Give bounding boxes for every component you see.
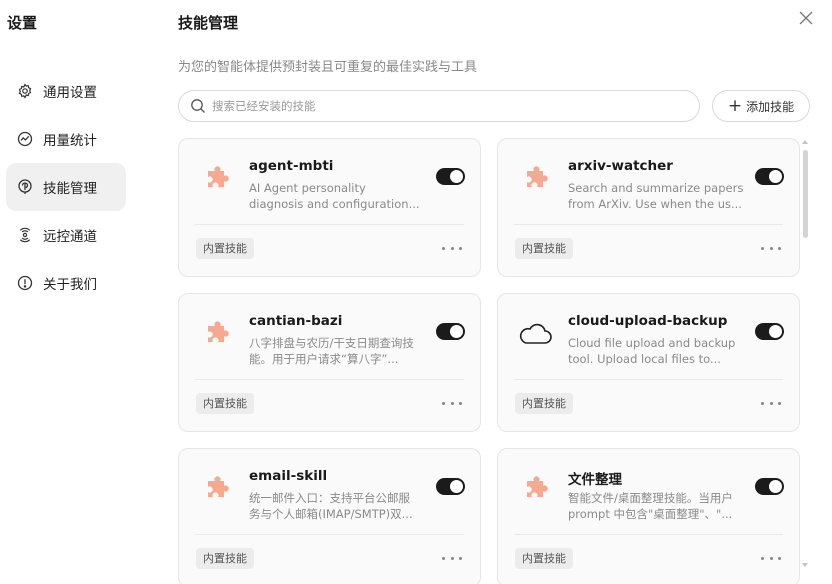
sidebar-item-label: 通用设置 [43,85,97,101]
sidebar-nav: 通用设置 用量统计 技能管理 远控通道 关于我们 [6,67,126,307]
more-options-icon[interactable] [442,394,462,412]
cloud-icon [517,316,553,352]
skill-name: arxiv-watcher [568,158,673,174]
sidebar-item-usage-stats[interactable]: 用量统计 [6,115,126,163]
sidebar: 设置 通用设置 用量统计 技能管理 远控通道 关于我们 [0,0,140,584]
skill-card[interactable]: cantian-bazi 八字排盘与农历/干支日期查询技 能。用于用户请求“算八字… [178,293,481,432]
sidebar-item-remote-channel[interactable]: 远控通道 [6,211,126,259]
scrollbar-thumb[interactable] [803,150,808,238]
skill-card[interactable]: arxiv-watcher Search and summarize paper… [497,138,800,277]
builtin-badge: 内置技能 [196,393,254,414]
divider [195,534,464,535]
close-icon [799,11,813,25]
search-icon [191,99,205,113]
more-options-icon[interactable] [442,549,462,567]
builtin-badge: 内置技能 [196,548,254,569]
divider [514,534,783,535]
skill-name: cloud-upload-backup [568,313,728,329]
skill-description: 统一邮件入口：支持平台公邮服 务与个人邮箱(IMAP/SMTP)双... [249,491,413,521]
info-icon [16,274,34,292]
skill-name: agent-mbti [249,158,334,174]
more-options-icon[interactable] [442,239,462,257]
chart-line-icon [16,130,34,148]
skill-grid: agent-mbti AI Agent personality diagnosis… [178,138,800,584]
divider [514,379,783,380]
gear-icon [16,82,34,100]
add-skill-button[interactable]: + 添加技能 [712,90,810,122]
plus-icon: + [727,95,743,116]
skill-description: Cloud file upload and backup tool. Upload… [568,336,736,366]
builtin-badge: 内置技能 [515,393,573,414]
builtin-badge: 内置技能 [515,548,573,569]
divider [195,224,464,225]
puzzle-icon [517,471,553,507]
sidebar-item-label: 远控通道 [43,229,97,245]
divider [514,224,783,225]
skill-enable-toggle[interactable] [755,323,784,340]
sidebar-item-label: 用量统计 [43,133,97,149]
sidebar-item-general-settings[interactable]: 通用设置 [6,67,126,115]
sidebar-title: 设置 [7,14,38,32]
search-box [178,90,700,122]
skill-name: 文件整理 [568,472,622,488]
close-button[interactable] [797,9,815,27]
builtin-badge: 内置技能 [196,238,254,259]
more-options-icon[interactable] [761,239,781,257]
sidebar-item-about-us[interactable]: 关于我们 [6,259,126,307]
scroll-up-arrow[interactable] [802,140,808,144]
skill-card[interactable]: 文件整理 智能文件/桌面整理技能。当用户 prompt 中包含"桌面整理"、"..… [497,448,800,584]
page-subtitle: 为您的智能体提供预封装且可重复的最佳实践与工具 [178,60,478,75]
sidebar-item-skill-management[interactable]: 技能管理 [6,163,126,211]
brain-icon [16,178,34,196]
remote-icon [16,226,34,244]
skill-card[interactable]: cloud-upload-backup Cloud file upload an… [497,293,800,432]
page-title: 技能管理 [178,14,239,32]
skill-name: email-skill [249,468,328,484]
scroll-down-arrow[interactable] [802,563,808,567]
skill-enable-toggle[interactable] [436,168,465,185]
skill-enable-toggle[interactable] [436,323,465,340]
skill-description: Search and summarize papers from ArXiv. U… [568,181,744,211]
sidebar-item-label: 技能管理 [43,181,97,197]
skill-enable-toggle[interactable] [436,478,465,495]
more-options-icon[interactable] [761,549,781,567]
puzzle-icon [517,161,553,197]
skill-name: cantian-bazi [249,313,343,329]
puzzle-icon [198,161,234,197]
builtin-badge: 内置技能 [515,238,573,259]
skill-card[interactable]: agent-mbti AI Agent personality diagnosis… [178,138,481,277]
add-skill-label: 添加技能 [746,99,795,114]
puzzle-icon [198,471,234,507]
skill-card[interactable]: email-skill 统一邮件入口：支持平台公邮服 务与个人邮箱(IMAP/SM… [178,448,481,584]
skill-enable-toggle[interactable] [755,168,784,185]
puzzle-icon [198,316,234,352]
skill-description: AI Agent personality diagnosis and config… [249,181,420,211]
skill-description: 智能文件/桌面整理技能。当用户 prompt 中包含"桌面整理"、"... [568,491,733,521]
divider [195,379,464,380]
search-input[interactable] [212,99,672,113]
sidebar-item-label: 关于我们 [43,277,97,293]
skill-description: 八字排盘与农历/干支日期查询技 能。用于用户请求“算八字”... [249,336,414,366]
skill-enable-toggle[interactable] [755,478,784,495]
more-options-icon[interactable] [761,394,781,412]
